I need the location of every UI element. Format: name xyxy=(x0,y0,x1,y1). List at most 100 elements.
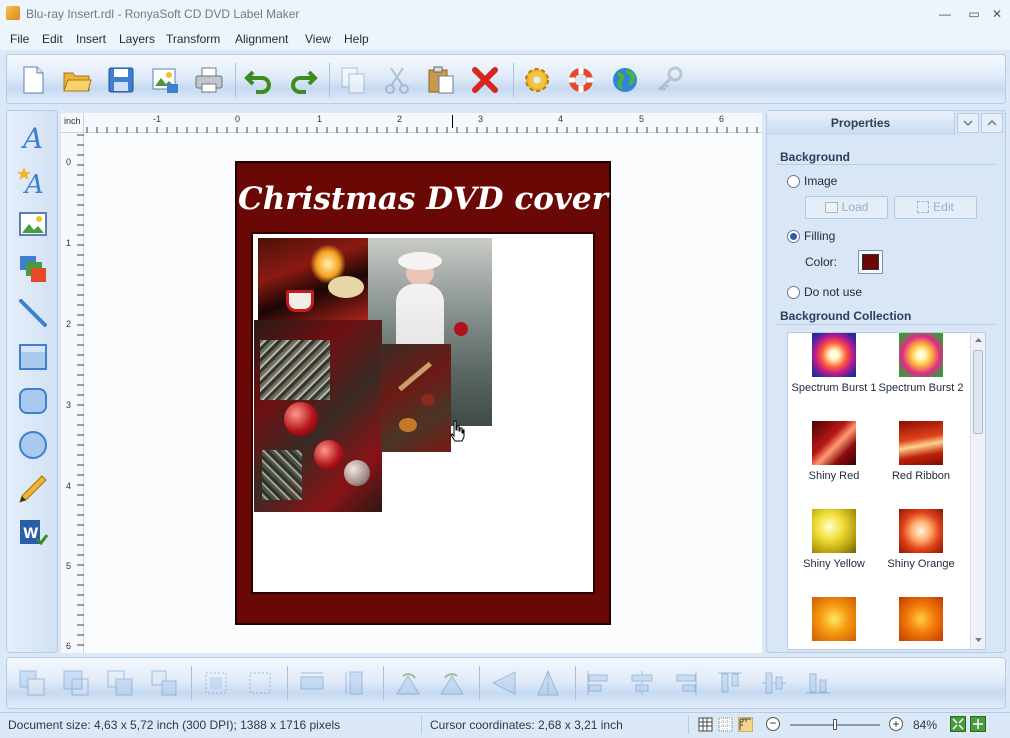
panel-dropdown-button[interactable] xyxy=(957,113,979,133)
collection-item-thumbnail[interactable] xyxy=(899,597,943,641)
scrollbar-thumb[interactable] xyxy=(973,350,983,434)
do-not-use-radio[interactable] xyxy=(787,286,800,299)
shiny-red-thumbnail[interactable] xyxy=(812,421,856,465)
menu-file[interactable]: File xyxy=(10,32,29,46)
same-height-icon[interactable] xyxy=(341,668,371,698)
menu-help[interactable]: Help xyxy=(344,32,369,46)
shiny-yellow-thumbnail[interactable] xyxy=(812,509,856,553)
rectangle-tool-icon[interactable] xyxy=(17,341,49,373)
menu-view[interactable]: View xyxy=(305,32,331,46)
register-key-icon[interactable] xyxy=(653,64,685,96)
layers-tool-icon[interactable] xyxy=(17,253,49,285)
menu-layers[interactable]: Layers xyxy=(119,32,155,46)
align-left-icon[interactable] xyxy=(583,668,613,698)
scroll-up-icon[interactable] xyxy=(974,336,983,343)
spectrum-burst-1-thumbnail[interactable] xyxy=(812,333,856,377)
christmas-tree-photo[interactable] xyxy=(254,320,382,512)
bring-forward-icon[interactable] xyxy=(61,668,91,698)
rounded-rectangle-tool-icon[interactable] xyxy=(17,385,49,417)
rotate-left-icon[interactable] xyxy=(393,668,423,698)
open-folder-icon[interactable] xyxy=(61,64,93,96)
dvd-cover[interactable]: Christmas DVD cover xyxy=(235,161,611,625)
red-ribbon-label[interactable]: Red Ribbon xyxy=(875,470,967,482)
line-tool-icon[interactable] xyxy=(17,297,49,329)
zoom-level: 84% xyxy=(913,718,938,732)
flip-vertical-icon[interactable] xyxy=(533,668,563,698)
ruler-toggle-icon[interactable] xyxy=(738,717,753,732)
rotate-right-icon[interactable] xyxy=(437,668,467,698)
align-center-icon[interactable] xyxy=(627,668,657,698)
chevron-down-icon xyxy=(963,120,973,127)
red-ribbon-thumbnail[interactable] xyxy=(899,421,943,465)
load-button[interactable]: Load xyxy=(805,196,888,219)
shiny-red-label[interactable]: Shiny Red xyxy=(788,470,880,482)
menu-alignment[interactable]: Alignment xyxy=(235,32,288,46)
cut-icon[interactable] xyxy=(381,64,413,96)
tab-properties[interactable]: Properties xyxy=(767,111,955,135)
background-collection-list[interactable]: Spectrum Burst 1 Spectrum Burst 2 Shiny … xyxy=(787,332,986,650)
cover-title[interactable]: Christmas DVD cover xyxy=(237,181,609,217)
save-icon[interactable] xyxy=(105,64,137,96)
copy-icon[interactable] xyxy=(337,64,369,96)
spectrum-burst-2-thumbnail[interactable] xyxy=(899,333,943,377)
menu-transform[interactable]: Transform xyxy=(166,32,220,46)
edit-button[interactable]: Edit xyxy=(894,196,977,219)
artistic-text-tool-icon[interactable]: A xyxy=(17,165,49,197)
spectrum-burst-2-label[interactable]: Spectrum Burst 2 xyxy=(875,382,967,394)
export-image-icon[interactable] xyxy=(149,64,181,96)
align-top-icon[interactable] xyxy=(715,668,745,698)
spices-photo[interactable] xyxy=(381,344,451,452)
zoom-slider-thumb[interactable] xyxy=(833,719,837,730)
menu-insert[interactable]: Insert xyxy=(76,32,106,46)
align-bottom-icon[interactable] xyxy=(803,668,833,698)
panel-collapse-button[interactable] xyxy=(981,113,1003,133)
pencil-tool-icon[interactable] xyxy=(17,473,49,505)
horizontal-ruler-ticks xyxy=(86,127,758,133)
divider xyxy=(777,324,995,325)
scroll-down-icon[interactable] xyxy=(974,637,983,644)
align-middle-icon[interactable] xyxy=(759,668,789,698)
filling-radio[interactable] xyxy=(787,230,800,243)
collection-item-thumbnail[interactable] xyxy=(812,597,856,641)
print-icon[interactable] xyxy=(193,64,225,96)
shiny-orange-label[interactable]: Shiny Orange xyxy=(875,558,967,570)
settings-gear-icon[interactable] xyxy=(521,64,553,96)
spectrum-burst-1-label[interactable]: Spectrum Burst 1 xyxy=(788,382,880,394)
text-tool-icon[interactable]: A xyxy=(17,121,49,153)
minimize-button[interactable]: — xyxy=(932,4,958,24)
send-to-back-icon[interactable] xyxy=(149,668,179,698)
grid-view-icon[interactable] xyxy=(698,717,713,732)
help-lifebuoy-icon[interactable] xyxy=(565,64,597,96)
collection-scrollbar[interactable] xyxy=(970,333,985,649)
same-width-icon[interactable] xyxy=(297,668,327,698)
shiny-yellow-label[interactable]: Shiny Yellow xyxy=(788,558,880,570)
undo-icon[interactable] xyxy=(243,64,275,96)
bring-to-front-icon[interactable] xyxy=(17,668,47,698)
group-icon[interactable] xyxy=(201,668,231,698)
fireplace-photo[interactable] xyxy=(258,238,368,324)
flip-horizontal-icon[interactable] xyxy=(489,668,519,698)
filling-option-label: Filling xyxy=(804,229,836,243)
zoom-out-button[interactable]: − xyxy=(766,717,780,731)
web-globe-icon[interactable] xyxy=(609,64,641,96)
menu-edit[interactable]: Edit xyxy=(42,32,63,46)
paste-icon[interactable] xyxy=(425,64,457,96)
new-document-icon[interactable] xyxy=(17,64,49,96)
delete-icon[interactable] xyxy=(469,64,501,96)
dotted-grid-icon[interactable] xyxy=(718,717,733,732)
ungroup-icon[interactable] xyxy=(245,668,275,698)
send-backward-icon[interactable] xyxy=(105,668,135,698)
fit-page-icon[interactable] xyxy=(950,716,966,732)
actual-size-icon[interactable] xyxy=(970,716,986,732)
close-window-button[interactable]: ✕ xyxy=(984,4,1010,24)
image-radio[interactable] xyxy=(787,175,800,188)
color-picker-button[interactable] xyxy=(858,250,883,274)
word-import-tool-icon[interactable]: W xyxy=(17,517,49,549)
shiny-orange-thumbnail[interactable] xyxy=(899,509,943,553)
image-tool-icon[interactable] xyxy=(17,209,49,241)
align-right-icon[interactable] xyxy=(671,668,701,698)
ellipse-tool-icon[interactable] xyxy=(17,429,49,461)
cover-content-area[interactable] xyxy=(251,232,595,594)
zoom-in-button[interactable]: + xyxy=(889,717,903,731)
redo-icon[interactable] xyxy=(287,64,319,96)
